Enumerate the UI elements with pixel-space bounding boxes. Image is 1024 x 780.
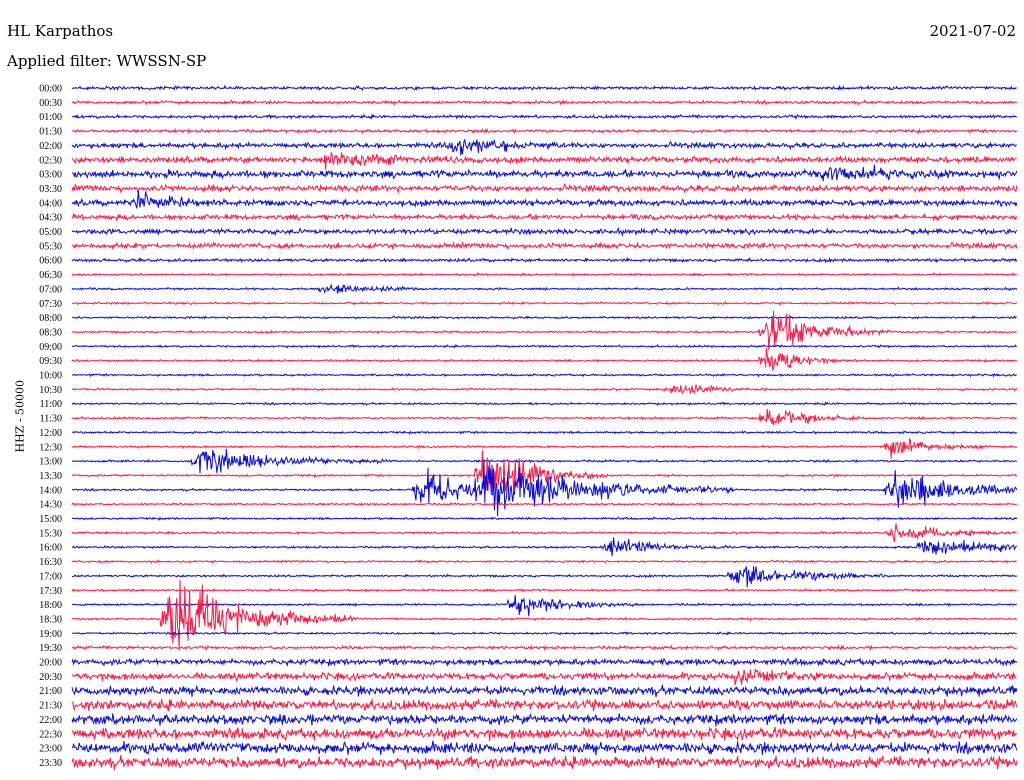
row-time-label: 03:00 — [39, 170, 62, 181]
row-time-label: 00:30 — [39, 98, 62, 109]
row-time-label: 00:00 — [39, 84, 62, 95]
trace-row-1730 — [71, 587, 1017, 593]
trace-row-1000 — [71, 372, 1017, 378]
row-time-label: 15:30 — [39, 528, 62, 539]
row-time-label: 23:00 — [39, 744, 62, 755]
row-time-label: 02:30 — [39, 155, 62, 166]
trace-row-1530 — [71, 523, 1018, 543]
trace-row-0430 — [71, 212, 1018, 223]
trace-row-1100 — [71, 401, 1017, 407]
trace-row-0730 — [71, 300, 1018, 306]
trace-row-0900 — [71, 343, 1018, 349]
trace-row-1130 — [71, 408, 1017, 426]
row-time-label: 09:00 — [39, 342, 62, 353]
trace-row-0800 — [71, 315, 1017, 320]
trace-row-2200 — [71, 712, 1018, 727]
row-time-label: 09:30 — [39, 356, 62, 367]
trace-row-1900 — [71, 630, 1017, 636]
trace-row-0200 — [71, 138, 1017, 156]
trace-row-0500 — [71, 227, 1018, 238]
trace-row-2330 — [71, 754, 1018, 771]
trace-row-2100 — [71, 684, 1018, 698]
row-time-label: 13:30 — [39, 471, 62, 482]
row-time-label: 17:00 — [39, 571, 62, 582]
row-time-label: 14:30 — [39, 500, 62, 511]
trace-row-0030 — [71, 99, 1018, 107]
row-time-label: 04:00 — [39, 198, 62, 209]
row-time-label: 22:30 — [39, 729, 62, 740]
row-time-label: 16:00 — [39, 543, 62, 554]
trace-row-2230 — [71, 726, 1018, 742]
trace-row-1630 — [71, 559, 1017, 565]
trace-row-0630 — [71, 271, 1017, 277]
row-time-label: 05:00 — [39, 227, 62, 238]
trace-row-2130 — [71, 698, 1018, 712]
trace-row-0300 — [71, 164, 1018, 182]
row-time-label: 03:30 — [39, 184, 62, 195]
row-time-label: 12:30 — [39, 442, 62, 453]
row-time-label: 11:00 — [40, 399, 62, 410]
trace-row-0700 — [71, 283, 1018, 294]
row-time-label: 21:00 — [39, 686, 62, 697]
trace-row-1500 — [71, 516, 1018, 522]
row-time-label: 01:30 — [39, 127, 62, 138]
row-time-label: 13:00 — [39, 457, 62, 468]
trace-row-0600 — [71, 256, 1018, 264]
row-time-label: 06:00 — [39, 256, 62, 267]
trace-row-1430 — [71, 501, 1018, 507]
trace-row-1400 — [71, 459, 1018, 517]
trace-row-1200 — [71, 430, 1018, 435]
trace-row-1930 — [72, 644, 1018, 651]
trace-row-0130 — [71, 127, 1018, 135]
row-time-label: 23:30 — [39, 758, 62, 769]
row-time-label: 16:30 — [39, 557, 62, 568]
row-time-label: 12:00 — [39, 428, 62, 439]
trace-row-0930 — [71, 347, 1018, 371]
row-time-label: 10:30 — [39, 385, 62, 396]
row-time-label: 08:30 — [39, 327, 62, 338]
trace-row-1600 — [71, 537, 1018, 557]
trace-row-1030 — [71, 383, 1018, 395]
row-time-label: 18:30 — [39, 614, 62, 625]
row-time-label: 15:00 — [39, 514, 62, 525]
row-time-label: 07:30 — [39, 299, 62, 310]
row-time-label: 02:00 — [39, 141, 62, 152]
trace-row-2030 — [71, 668, 1017, 685]
row-time-label: 04:30 — [39, 213, 62, 224]
row-time-label: 01:00 — [39, 112, 62, 123]
row-time-label: 22:00 — [39, 715, 62, 726]
trace-row-0530 — [71, 240, 1018, 251]
row-time-label: 21:30 — [39, 701, 62, 712]
row-time-label: 11:30 — [40, 414, 62, 425]
row-time-label: 20:30 — [39, 672, 62, 683]
trace-row-0100 — [71, 113, 1018, 121]
trace-row-1700 — [71, 565, 1018, 588]
trace-row-0330 — [71, 182, 1018, 195]
row-time-label: 17:30 — [39, 586, 62, 597]
row-time-label: 06:30 — [39, 270, 62, 281]
row-time-label: 14:00 — [39, 485, 62, 496]
row-time-label: 10:00 — [39, 371, 62, 382]
row-time-label: 08:00 — [39, 313, 62, 324]
trace-row-0400 — [71, 190, 1018, 209]
row-time-label: 19:00 — [39, 629, 62, 640]
row-time-label: 05:30 — [39, 241, 62, 252]
trace-row-2300 — [71, 740, 1018, 756]
row-time-label: 20:00 — [39, 658, 62, 669]
row-time-label: 07:00 — [39, 284, 62, 295]
row-time-label: 19:30 — [39, 643, 62, 654]
row-time-label: 18:00 — [39, 600, 62, 611]
trace-row-0000 — [71, 84, 1018, 92]
seismogram-plot: 00:00 00:30 01:00 01:30 02:00 02:30 03:00 03:30… — [39, 84, 1018, 771]
trace-row-2000 — [71, 656, 1018, 668]
